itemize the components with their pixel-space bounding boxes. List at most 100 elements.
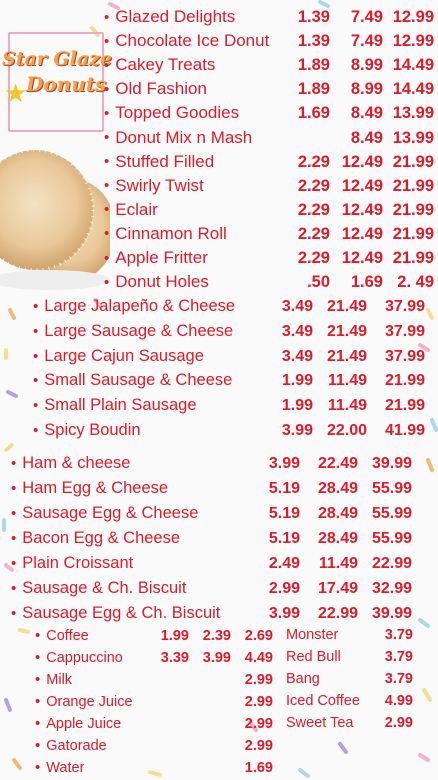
item-price: 2.99 xyxy=(384,715,413,731)
item-price: 2.29 xyxy=(297,249,330,267)
item-price: 2.99 xyxy=(244,716,273,732)
menu-item: • Old Fashion xyxy=(104,79,207,99)
item-name: Milk xyxy=(46,671,73,688)
item-price: 39.99 xyxy=(371,605,412,622)
bullet-icon: • xyxy=(104,249,110,267)
item-price: 11.49 xyxy=(318,555,358,572)
menu-item: • Large Cajun Sausage xyxy=(33,347,204,366)
menu-item: • Glazed Delights xyxy=(104,7,235,27)
item-name: Cappuccino xyxy=(46,649,123,666)
item-name: Sausage Egg & Ch. Biscuit xyxy=(22,604,221,622)
item-name: Iced Coffee xyxy=(286,693,360,709)
item-price: 8.49 xyxy=(350,104,383,123)
menu-item: • Chocolate Ice Donut xyxy=(104,31,269,51)
item-price: 1.69 xyxy=(297,104,330,123)
item-price: 55.99 xyxy=(371,505,412,522)
item-price: .50 xyxy=(307,273,330,292)
item-price: 21.99 xyxy=(384,372,425,390)
menu-item: • Gatorade xyxy=(35,737,107,754)
item-price: 2.39 xyxy=(202,628,231,644)
item-name: Plain Croissant xyxy=(22,554,134,572)
item-price: 3.99 xyxy=(202,650,231,666)
item-price: 22.00 xyxy=(326,422,367,439)
item-price: 3.79 xyxy=(384,627,413,643)
item-price: 2. 49 xyxy=(397,273,434,292)
menu-item: • Sausage Egg & Ch. Biscuit xyxy=(11,604,220,623)
item-price: 5.19 xyxy=(268,530,300,547)
bullet-icon: • xyxy=(35,627,41,644)
item-name: Swirly Twist xyxy=(115,175,204,195)
bullet-icon: • xyxy=(11,505,17,522)
item-name: Old Fashion xyxy=(115,79,207,99)
item-name: Donut Holes xyxy=(115,272,209,292)
menu-item: • Apple Fritter xyxy=(104,248,208,268)
menu-item: • Plain Croissant xyxy=(11,554,133,573)
bullet-icon: • xyxy=(104,225,110,243)
item-name: Large Cajun Sausage xyxy=(44,346,204,365)
item-price: 8.99 xyxy=(350,80,383,99)
item-name: Sausage Egg & Cheese xyxy=(22,504,199,522)
menu-item: • Donut Holes xyxy=(104,272,209,292)
item-price: 12.99 xyxy=(392,32,434,51)
menu-item: • Small Sausage & Cheese xyxy=(33,371,232,390)
item-price: 2.99 xyxy=(268,580,300,597)
item-price: 21.99 xyxy=(392,176,434,195)
item-price: 3.39 xyxy=(160,650,189,666)
item-price: 22.49 xyxy=(317,455,358,472)
bullet-icon: • xyxy=(35,649,41,666)
bullet-icon: • xyxy=(33,322,39,340)
menu-item: • Cappuccino xyxy=(35,649,123,666)
item-price: 12.49 xyxy=(341,152,383,171)
item-price: 12.49 xyxy=(341,224,383,243)
item-price: 21.49 xyxy=(326,322,367,340)
menu-item: • Apple Juice xyxy=(35,715,121,732)
item-name: Sweet Tea xyxy=(286,715,354,731)
menu-item: • Milk xyxy=(35,671,72,688)
item-price: 37.99 xyxy=(384,298,425,315)
menu-item: • Bacon Egg & Cheese xyxy=(11,529,180,548)
item-price: 21.99 xyxy=(392,224,434,243)
menu-item: • Small Plain Sausage xyxy=(33,396,197,415)
menu-item: • Sausage & Ch. Biscuit xyxy=(11,579,186,598)
bullet-icon: • xyxy=(104,129,110,146)
item-name: Ham Egg & Cheese xyxy=(22,479,169,497)
menu-item: • Coffee xyxy=(35,627,89,644)
bullet-icon: • xyxy=(104,201,110,219)
item-price: 11.49 xyxy=(327,397,367,415)
item-price: 21.99 xyxy=(392,249,434,267)
item-price: 3.79 xyxy=(384,649,413,665)
item-name: Red Bull xyxy=(286,649,341,665)
item-price: 1.89 xyxy=(297,80,330,99)
item-price: 1.69 xyxy=(350,273,383,292)
item-price: 22.99 xyxy=(317,605,358,622)
bullet-icon: • xyxy=(104,104,110,122)
item-price: 28.49 xyxy=(317,505,358,522)
bullet-icon: • xyxy=(33,347,39,365)
bullet-icon: • xyxy=(11,480,17,497)
item-price: 21.99 xyxy=(392,152,434,171)
item-name: Small Sausage & Cheese xyxy=(44,371,233,390)
item-price: 3.99 xyxy=(281,422,313,439)
item-name: Ham & cheese xyxy=(22,454,131,472)
bullet-icon: • xyxy=(33,372,39,390)
menu-item: • Cakey Treats xyxy=(104,55,215,75)
bullet-icon: • xyxy=(35,759,41,776)
bullet-icon: • xyxy=(35,715,41,732)
bullet-icon: • xyxy=(104,8,110,26)
menu-item: • Spicy Boudin xyxy=(33,421,141,440)
menu-item: • Orange Juice xyxy=(35,693,133,710)
item-name: Spicy Boudin xyxy=(44,421,141,439)
bullet-icon: • xyxy=(35,671,41,688)
bullet-icon: • xyxy=(11,580,17,597)
item-price: 2.69 xyxy=(244,628,273,644)
brand-logo: Star Glaze ★ Donuts xyxy=(2,22,112,150)
item-price: 14.49 xyxy=(392,56,434,75)
item-name: Large Jalapeño & Cheese xyxy=(44,297,236,315)
item-price: 2.99 xyxy=(244,672,273,688)
menu-item: • Sausage Egg & Cheese xyxy=(11,504,198,523)
item-name: Chocolate Ice Donut xyxy=(115,31,270,51)
bullet-icon: • xyxy=(104,273,110,291)
menu-item: • Topped Goodies xyxy=(104,103,239,123)
item-name: Topped Goodies xyxy=(115,103,240,123)
item-price: 1.99 xyxy=(281,397,313,415)
